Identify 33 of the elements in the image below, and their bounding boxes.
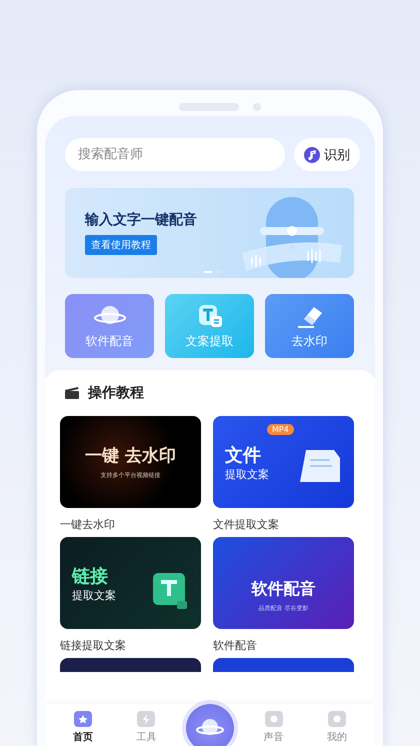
tutorial-label: 链接提取文案	[60, 638, 127, 652]
banner[interactable]: 输入文字一键配音 查看使用教程	[65, 188, 354, 278]
music-note-icon	[304, 146, 320, 162]
tutorial-thumbnail[interactable]	[60, 658, 201, 672]
tutorial-label: 软件配音	[213, 638, 258, 652]
tutorial-button[interactable]: 查看使用教程	[85, 235, 157, 255]
format-badge: MP4	[267, 424, 294, 435]
tab-icon	[262, 708, 285, 728]
nav-tab[interactable]: 工具	[116, 708, 176, 744]
thumbnail-title: 一键 去水印	[85, 445, 176, 467]
banner-title: 输入文字一键配音	[85, 211, 197, 229]
tool-button[interactable]: 去水印	[265, 294, 354, 358]
tab-icon	[135, 708, 158, 728]
center-button[interactable]	[186, 704, 234, 746]
tutorial-label: 文件提取文案	[213, 517, 280, 531]
section-title: 操作教程	[88, 384, 144, 402]
search-field[interactable]: 搜索配音师	[65, 138, 285, 171]
thumbnail-subtitle: 提取文案	[225, 466, 269, 482]
tutorial-thumbnail[interactable]: MP4 文件 提取文案	[213, 416, 354, 508]
tab-icon	[72, 708, 94, 728]
nav-tab[interactable]: 声音	[244, 708, 304, 744]
thumbnail-title: 软件配音	[252, 579, 316, 600]
tutorial-thumbnail[interactable]: 链接 提取文案	[60, 537, 201, 629]
tutorial-thumbnail[interactable]	[213, 658, 354, 672]
thumbnail-title: 文件	[225, 444, 261, 466]
recognize-button[interactable]: 识别	[294, 138, 360, 171]
thumbnail-title: 链接	[72, 564, 108, 588]
tutorial-label: 一键去水印	[60, 517, 116, 531]
thumbnail-subtitle: 提取文案	[72, 588, 116, 602]
nav-tab[interactable]: 我的	[307, 708, 368, 744]
clapperboard-icon	[64, 386, 80, 400]
nav-tab[interactable]: 首页	[52, 708, 113, 744]
tab-icon	[326, 708, 348, 728]
